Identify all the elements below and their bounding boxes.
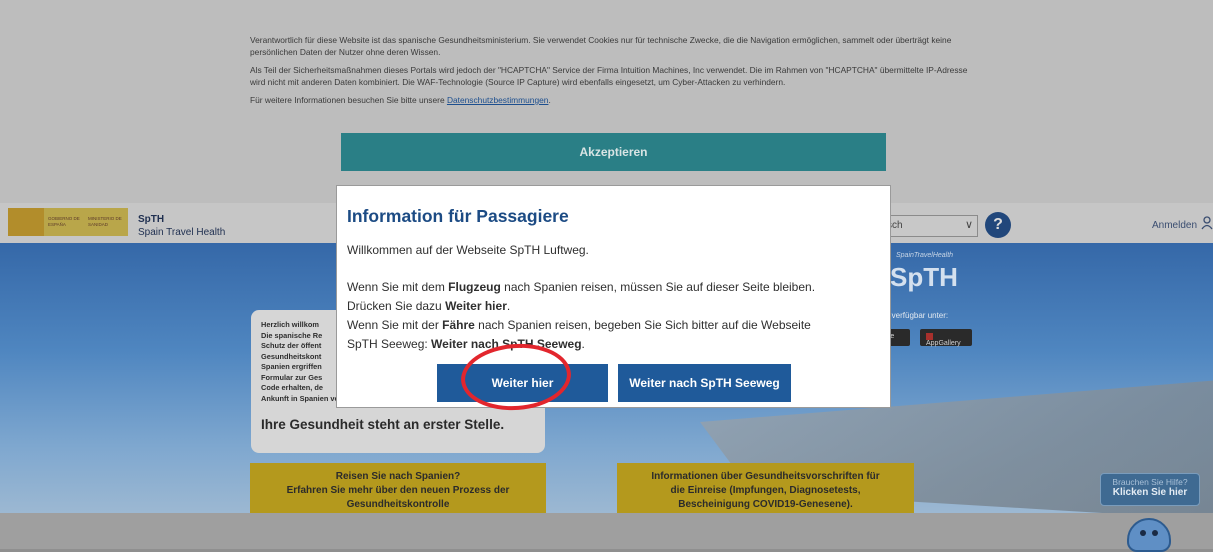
robot-eye: [1152, 530, 1158, 536]
help-icon[interactable]: ?: [985, 212, 1011, 238]
modal-line-3: Wenn Sie mit der Fähre nach Spanien reis…: [347, 316, 882, 335]
modal-bold: Weiter hier: [445, 299, 507, 313]
modal-line-2: Drücken Sie dazu Weiter hier.: [347, 297, 882, 316]
brand-subtitle: Spain Travel Health: [138, 227, 226, 238]
government-logo[interactable]: GOBIERNO DE ESPAÑA MINISTERIO DE SANIDAD: [8, 208, 128, 236]
appgallery-label: AppGallery: [926, 340, 961, 348]
card-line: Informationen über Gesundheitsvorschrift…: [651, 471, 880, 482]
chat-line1: Brauchen Sie Hilfe?: [1112, 477, 1188, 487]
modal-text: .: [506, 299, 511, 313]
modal-text: Drücken Sie dazu: [347, 299, 446, 313]
modal-bold: Weiter nach SpTH Seeweg: [431, 337, 582, 351]
cookie-paragraph-2: Als Teil der Sicherheitsmaßnahmen dieses…: [250, 65, 968, 87]
card-line: Gesundheitskontrolle: [346, 499, 450, 510]
modal-text: .: [581, 337, 585, 351]
chat-line2: Klicken Sie hier: [1112, 487, 1188, 498]
robot-eye: [1140, 530, 1146, 536]
card-line: die Einreise (Impfungen, Diagnosetests,: [670, 485, 861, 496]
cookie-banner: Verantwortlich für diese Website ist das…: [0, 0, 1213, 203]
available-text: r, verfügbar unter:: [885, 311, 949, 320]
modal-text: nach Spanien reisen, müssen Sie auf dies…: [500, 280, 816, 294]
appgallery-badge[interactable]: AppGallery: [920, 329, 972, 348]
card-line: Bescheinigung COVID19-Genesene).: [678, 499, 853, 510]
spth-logo-caption: SpainTravelHealth: [896, 252, 954, 259]
chevron-down-icon: ∨: [964, 219, 973, 231]
modal-text: Wenn Sie mit der: [347, 318, 443, 332]
modal-intro: Willkommen auf der Webseite SpTH Luftweg…: [347, 243, 589, 257]
modal-line-4: SpTH Seeweg: Weiter nach SpTH Seeweg.: [347, 335, 882, 354]
accept-cookies-button[interactable]: Akzeptieren: [341, 133, 886, 171]
modal-body: Willkommen auf der Webseite SpTH Luftweg…: [347, 241, 882, 354]
card-line: Reisen Sie nach Spanien?: [335, 471, 461, 482]
brand-name[interactable]: SpTH: [138, 214, 164, 225]
card-line: Erfahren Sie mehr über den neuen Prozess…: [286, 485, 510, 496]
passenger-info-modal: Information für Passagiere Willkommen au…: [336, 185, 891, 408]
privacy-link[interactable]: Datenschutzbestimmungen: [447, 95, 549, 105]
cookie-paragraph-3: Für weitere Informationen besuchen Sie b…: [250, 94, 980, 106]
cookie-paragraph-1: Verantwortlich für diese Website ist das…: [250, 35, 952, 57]
login-link[interactable]: Anmelden: [1152, 220, 1197, 231]
continue-here-button[interactable]: Weiter hier: [437, 364, 608, 402]
welcome-headline: Ihre Gesundheit steht an erster Stelle.: [261, 417, 505, 432]
cookie-paragraph-3-suffix: .: [548, 95, 551, 105]
modal-bold: Flugzeug: [448, 280, 501, 294]
modal-text: SpTH Seeweg:: [347, 337, 432, 351]
language-select[interactable]: sch ∨: [880, 215, 978, 237]
modal-title: Information für Passagiere: [347, 206, 569, 226]
modal-text: nach Spanien reisen, begeben Sie Sich bi…: [474, 318, 811, 332]
modal-text: Wenn Sie mit dem: [347, 280, 449, 294]
modal-line-1: Wenn Sie mit dem Flugzeug nach Spanien r…: [347, 278, 882, 297]
cookie-text: Verantwortlich für diese Website ist das…: [250, 34, 980, 112]
appgallery-icon: [926, 333, 933, 340]
modal-bold: Fähre: [442, 318, 475, 332]
continue-seaway-button[interactable]: Weiter nach SpTH Seeweg: [618, 364, 791, 402]
ministry-text: MINISTERIO DE SANIDAD: [88, 216, 122, 227]
spth-logo: SpTH: [890, 262, 958, 292]
gov-text: GOBIERNO DE ESPAÑA: [48, 216, 80, 227]
user-icon[interactable]: [1201, 216, 1213, 230]
coat-of-arms-icon: [8, 208, 44, 236]
cookie-paragraph-3-prefix: Für weitere Informationen besuchen Sie b…: [250, 95, 447, 105]
chat-help-button[interactable]: Brauchen Sie Hilfe? Klicken Sie hier: [1100, 473, 1200, 506]
footer-strip: [0, 513, 1213, 549]
